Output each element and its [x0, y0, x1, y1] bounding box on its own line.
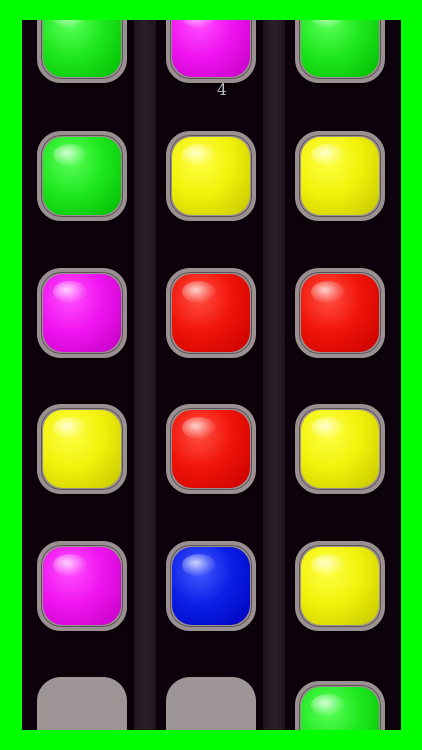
red-candy — [172, 410, 250, 488]
candy-shine — [311, 554, 345, 576]
yellow-candy-tile[interactable] — [295, 541, 385, 631]
yellow-candy-tile[interactable] — [295, 404, 385, 494]
yellow-candy-tile[interactable] — [37, 404, 127, 494]
lane-divider — [263, 20, 285, 730]
lane-divider — [134, 20, 156, 730]
candy-shine — [53, 144, 87, 166]
magenta-candy — [43, 274, 121, 352]
blue-candy-tile[interactable] — [166, 541, 256, 631]
green-candy-tile[interactable] — [295, 20, 385, 83]
candy-shine — [53, 554, 87, 576]
candy-shine — [182, 144, 216, 166]
magenta-candy — [43, 547, 121, 625]
green-candy — [301, 20, 379, 77]
blue-candy — [172, 547, 250, 625]
magenta-candy-tile[interactable] — [37, 541, 127, 631]
candy-shine — [311, 20, 345, 28]
empty-slot[interactable] — [37, 677, 127, 730]
green-candy — [43, 20, 121, 77]
yellow-candy-tile[interactable] — [295, 131, 385, 221]
yellow-candy — [172, 137, 250, 215]
candy-shine — [182, 20, 216, 28]
magenta-candy-tile[interactable] — [166, 20, 256, 83]
magenta-candy — [172, 20, 250, 77]
yellow-candy-tile[interactable] — [166, 131, 256, 221]
green-candy — [43, 137, 121, 215]
candy-shine — [311, 144, 345, 166]
yellow-candy — [43, 410, 121, 488]
candy-shine — [182, 417, 216, 439]
candy-shine — [53, 417, 87, 439]
candy-shine — [182, 281, 216, 303]
green-candy-tile[interactable] — [295, 681, 385, 730]
score-counter: 4 — [216, 80, 228, 99]
candy-shine — [182, 554, 216, 576]
empty-slot[interactable] — [166, 677, 256, 730]
candy-shine — [53, 20, 87, 28]
game-board: 4 — [22, 20, 401, 730]
yellow-candy — [301, 547, 379, 625]
green-candy-tile[interactable] — [37, 20, 127, 83]
candy-shine — [53, 281, 87, 303]
candy-shine — [311, 281, 345, 303]
game-frame: 4 — [0, 0, 422, 750]
red-candy-tile[interactable] — [295, 268, 385, 358]
green-candy — [301, 687, 379, 730]
magenta-candy-tile[interactable] — [37, 268, 127, 358]
yellow-candy — [301, 410, 379, 488]
red-candy — [301, 274, 379, 352]
yellow-candy — [301, 137, 379, 215]
candy-shine — [311, 417, 345, 439]
red-candy-tile[interactable] — [166, 268, 256, 358]
red-candy-tile[interactable] — [166, 404, 256, 494]
green-candy-tile[interactable] — [37, 131, 127, 221]
candy-shine — [311, 694, 345, 716]
red-candy — [172, 274, 250, 352]
